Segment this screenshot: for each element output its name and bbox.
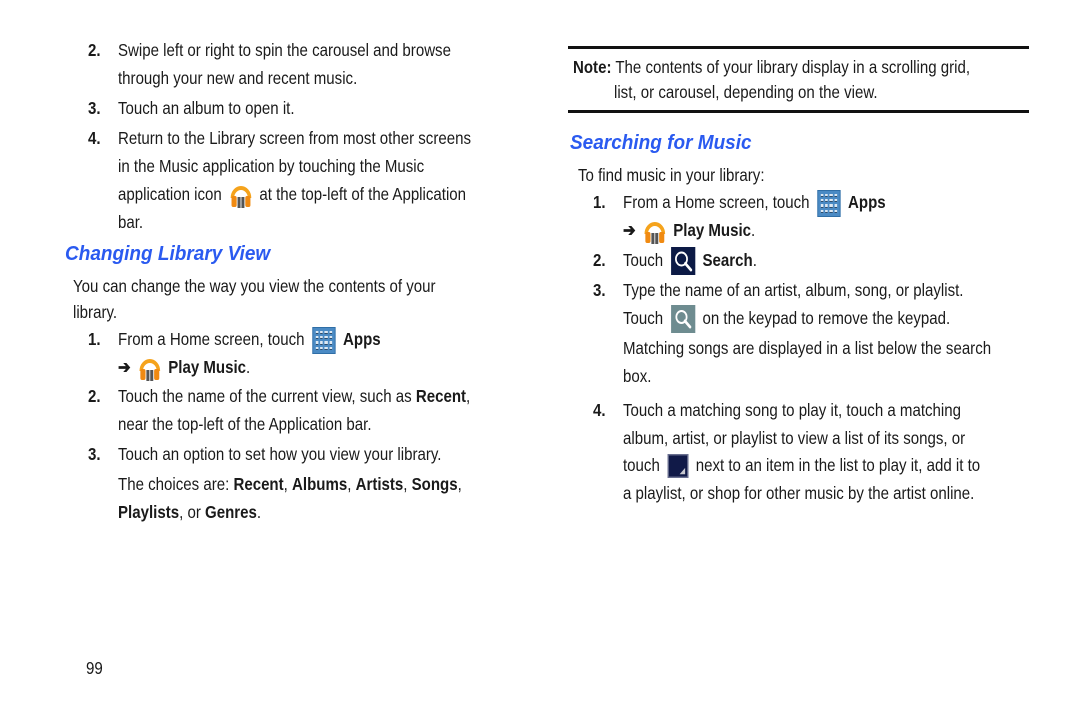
- play-music-icon: [644, 222, 665, 245]
- search-label: Search: [702, 250, 753, 270]
- right-column: Note: The contents of your library displ…: [0, 0, 1080, 720]
- step-number: 2.: [593, 250, 606, 270]
- step-text: next to an item in the list to play it, …: [695, 455, 981, 475]
- note-bottom-rule: [568, 110, 1029, 113]
- step-text: Touch: [623, 250, 664, 270]
- step-text-with-icon: touch next to an item in the list to pla…: [623, 452, 980, 480]
- step-text-with-icon: ➔ Play Music.: [623, 217, 755, 245]
- period: .: [751, 220, 756, 240]
- step-number: 3.: [593, 280, 606, 300]
- step-number: 1.: [593, 192, 606, 212]
- step-text: album, artist, or playlist to view a lis…: [623, 428, 966, 448]
- step-text: Type the name of an artist, album, song,…: [623, 280, 964, 300]
- context-menu-icon: [667, 454, 689, 479]
- step-text: a playlist, or shop for other music by t…: [623, 483, 975, 503]
- step-text: touch: [623, 455, 660, 475]
- step-text: From a Home screen, touch: [623, 192, 810, 212]
- step-number: 4.: [593, 400, 606, 420]
- note-line: list, or carousel, depending on the view…: [614, 82, 878, 102]
- step-text-with-icon: Touch Search.: [623, 247, 757, 276]
- step-text-with-icon: Touch on the keypad to remove the keypad…: [623, 305, 951, 334]
- section-heading-searching-for-music: Searching for Music: [570, 132, 752, 154]
- step-text: box.: [623, 366, 652, 386]
- search-icon: [670, 247, 695, 276]
- note-top-rule: [568, 46, 1029, 49]
- apps-label: Apps: [848, 192, 886, 212]
- note-line: The contents of your library display in …: [615, 57, 971, 77]
- play-music-label: Play Music: [673, 220, 752, 240]
- intro-text: To find music in your library:: [578, 165, 765, 185]
- step-text-with-icon: From a Home screen, touch Apps: [623, 189, 886, 217]
- step-text: Touch a matching song to play it, touch …: [623, 400, 961, 420]
- note-text: Note: The contents of your library displ…: [573, 54, 970, 82]
- arrow-icon: ➔: [623, 220, 636, 240]
- keypad-search-icon: [670, 305, 695, 334]
- step-text: Touch: [623, 308, 664, 328]
- note-label: Note:: [573, 57, 612, 77]
- step-text: Matching songs are displayed in a list b…: [623, 338, 992, 358]
- step-text: on the keypad to remove the keypad.: [702, 308, 951, 328]
- apps-grid-icon: [817, 189, 841, 217]
- period: .: [752, 250, 757, 270]
